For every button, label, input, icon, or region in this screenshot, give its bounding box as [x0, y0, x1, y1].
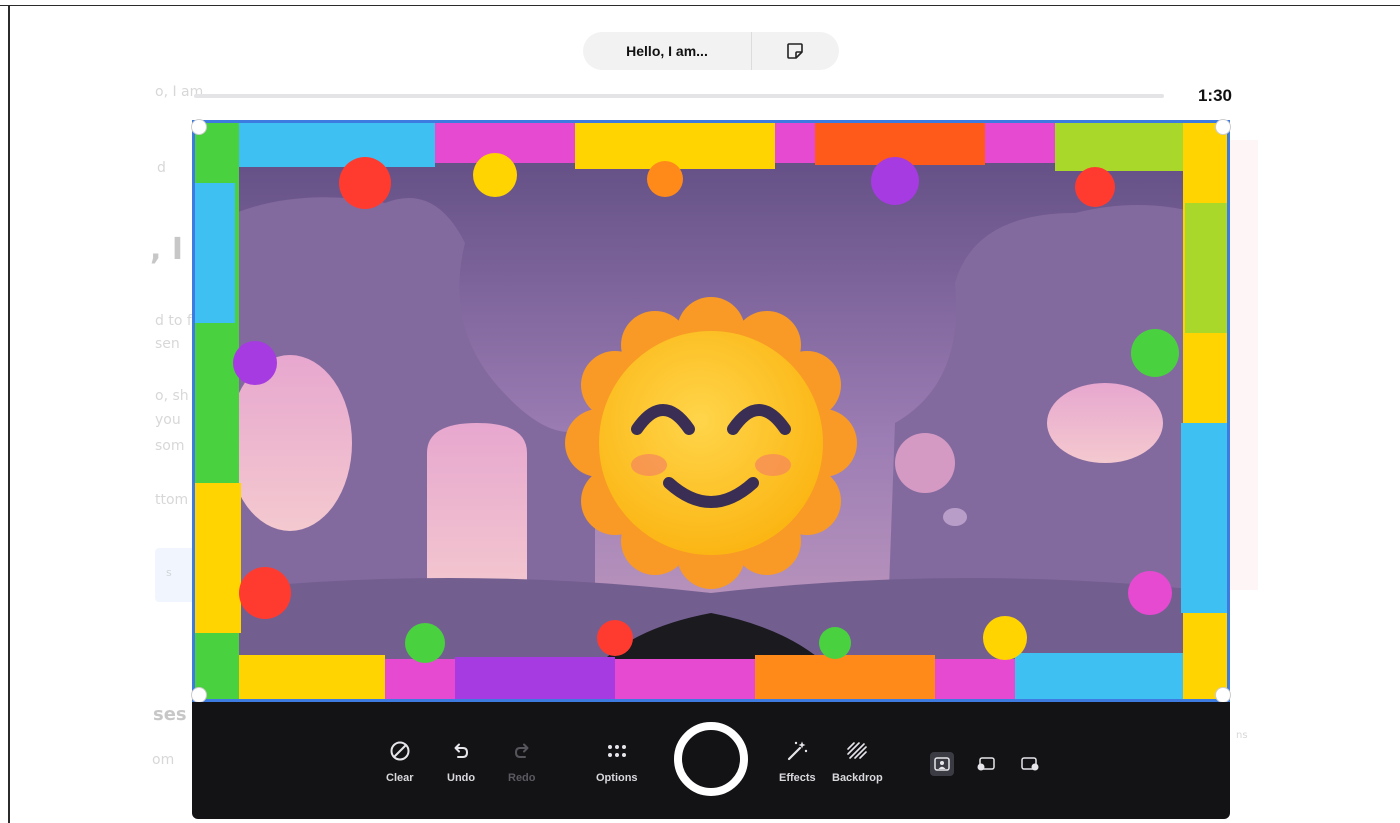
bg-text-fragment: som	[155, 438, 185, 454]
resize-handle-bottom-left[interactable]	[192, 688, 206, 702]
recording-page: o, I am d , I d to f sen o, sh you som t…	[0, 0, 1400, 823]
layout-camera-full-icon	[934, 757, 950, 771]
effects-button[interactable]: Effects	[779, 740, 816, 784]
layout-camera-left-button[interactable]	[974, 752, 998, 776]
effects-icon	[788, 741, 808, 761]
time-remaining: 1:30	[1197, 86, 1232, 105]
options-button[interactable]: Options	[596, 740, 638, 784]
redo-button[interactable]: Redo	[508, 740, 536, 784]
undo-button[interactable]: Undo	[447, 740, 475, 784]
undo-icon	[454, 743, 469, 758]
bg-text-fragment: d to f	[155, 313, 192, 329]
notes-button[interactable]	[752, 32, 838, 70]
bg-text-fragment: s	[166, 566, 172, 579]
record-button[interactable]	[674, 722, 748, 796]
bg-text-fragment: sen	[155, 336, 180, 352]
bg-text-fragment: d	[157, 160, 166, 176]
options-icon	[607, 745, 626, 757]
bg-text-fragment: ttom	[155, 492, 189, 508]
resize-handle-top-left[interactable]	[192, 120, 206, 134]
bg-text-fragment: you	[155, 412, 181, 428]
left-divider	[8, 5, 10, 823]
clear-label: Clear	[386, 772, 414, 784]
backdrop-icon	[847, 742, 868, 759]
resize-handle-bottom-right[interactable]	[1216, 688, 1230, 702]
backdrop-label: Backdrop	[832, 772, 883, 784]
clear-button[interactable]: Clear	[386, 740, 414, 784]
bg-text-fragment: om	[152, 752, 175, 768]
prompt-pill: Hello, I am...	[583, 32, 839, 70]
redo-label: Redo	[508, 772, 536, 784]
sticky-note-icon	[787, 43, 803, 59]
recorder-toolbar: Clear Undo Redo Options Effects Backdrop	[192, 702, 1230, 819]
effects-label: Effects	[779, 772, 816, 784]
clear-icon	[390, 741, 410, 761]
options-label: Options	[596, 772, 638, 784]
bg-heading-fragment: , I	[150, 232, 184, 267]
layout-camera-right-button[interactable]	[1018, 752, 1042, 776]
layout-camera-left-icon	[977, 757, 995, 771]
bg-text-fragment: o, sh	[155, 388, 189, 404]
bg-card	[1228, 140, 1258, 590]
redo-icon	[514, 743, 529, 758]
layout-camera-full-button[interactable]	[930, 752, 954, 776]
resize-handle-top-right[interactable]	[1216, 120, 1230, 134]
recording-progress-bar	[194, 94, 1164, 98]
bg-heading-fragment: ses	[153, 704, 187, 725]
bg-text-fragment: ns	[1236, 730, 1248, 741]
backdrop-button[interactable]: Backdrop	[832, 740, 883, 784]
camera-preview[interactable]	[192, 120, 1230, 702]
bg-button	[155, 548, 195, 602]
undo-label: Undo	[447, 772, 476, 784]
layout-camera-right-icon	[1021, 757, 1039, 771]
prompt-title: Hello, I am...	[626, 43, 708, 59]
camera-feed-image	[195, 123, 1227, 699]
top-divider	[0, 5, 1400, 6]
